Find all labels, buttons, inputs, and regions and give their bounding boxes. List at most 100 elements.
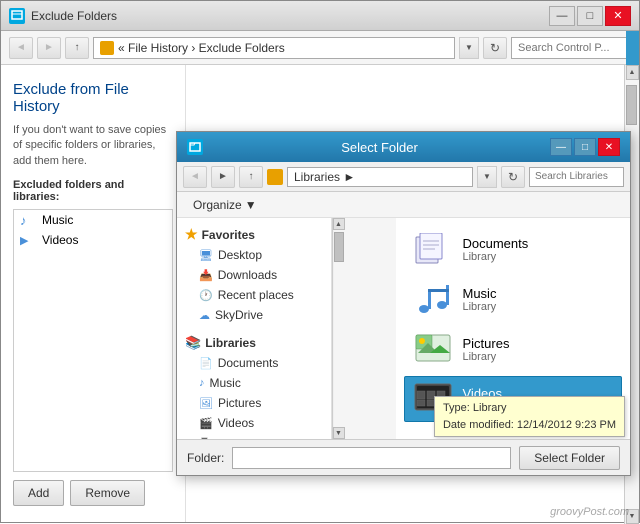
favorites-label: Favorites [202,228,255,242]
nav-item-skydrive[interactable]: ☁ SkyDrive [177,305,331,325]
dialog-breadcrumb-text: Libraries ► [294,170,355,184]
documents-lib-type: Library [463,251,529,263]
nav-downloads-label: Downloads [218,268,277,282]
excluded-item-music-label: Music [42,213,73,227]
address-path[interactable]: « File History › Exclude Folders [93,37,455,59]
nav-scroll-area [334,230,344,427]
scrollbar-thumb[interactable] [626,85,637,125]
watermark: groovyPost.com [550,506,629,518]
pictures-lib-type: Library [463,351,510,363]
main-window: Exclude Folders — □ ✕ ◄ ► ↑ « File Histo… [0,0,640,523]
downloads-icon: 📥 [199,269,213,282]
dialog-search-input[interactable] [535,171,640,182]
libraries-label: Libraries [205,336,256,350]
nav-item-downloads[interactable]: 📥 Downloads [177,265,331,285]
nav-item-pictures[interactable]: 🖼 Pictures [177,393,331,413]
pictures-lib-icon [413,332,453,366]
dialog-back-button[interactable]: ◄ [183,166,207,188]
minimize-button[interactable]: — [549,6,575,26]
dialog-address-bar: ◄ ► ↑ Libraries ► ▼ ↻ [177,162,630,192]
forward-button[interactable]: ► [37,37,61,59]
excluded-item-music[interactable]: Music [14,210,172,230]
dialog-body: ★ Favorites 🖥 Desktop 📥 Downloads 🕐 Rece… [177,218,630,439]
music-icon [20,213,36,227]
library-item-pictures[interactable]: Pictures Library [404,326,623,372]
nav-item-videos-nav[interactable]: 🎬 Videos [177,413,331,433]
organize-label: Organize [193,198,242,212]
pictures-lib-name: Pictures [463,336,510,351]
skydrive-icon: ☁ [199,309,210,322]
organize-dropdown-arrow: ▼ [245,198,257,212]
dialog-toolbar: Organize ▼ [177,192,630,218]
dialog-maximize-button[interactable]: □ [574,138,596,156]
dialog-up-button[interactable]: ↑ [239,166,263,188]
nav-scroll-down[interactable]: ▼ [333,427,345,439]
nav-documents-icon: 📄 [199,357,213,370]
left-panel: Exclude from File History If you don't w… [1,65,186,522]
nav-item-desktop[interactable]: 🖥 Desktop [177,245,331,265]
nav-music-label: Music [210,376,241,390]
nav-videos-icon: 🎬 [199,417,213,430]
desktop-icon: 🖥 [199,249,213,262]
add-button[interactable]: Add [13,480,64,506]
search-input[interactable] [518,42,640,54]
documents-lib-icon [413,232,453,266]
nav-videos-label: Videos [218,416,254,430]
dialog-minimize-button[interactable]: — [550,138,572,156]
recent-icon: 🕐 [199,289,213,302]
documents-lib-name: Documents [463,236,529,251]
dialog-close-button[interactable]: ✕ [598,138,620,156]
nav-scrollbar[interactable]: ▲ ▼ [332,218,344,439]
nav-pictures-label: Pictures [218,396,261,410]
up-button[interactable]: ↑ [65,37,89,59]
pictures-lib-text: Pictures Library [463,336,510,363]
page-description: If you don't want to save copies of spec… [13,123,173,169]
nav-item-recent[interactable]: 🕐 Recent places [177,285,331,305]
library-item-music[interactable]: Music Library [404,276,623,322]
title-bar-controls: — □ ✕ [549,6,631,26]
libraries-header: 📚 Libraries [177,331,331,353]
nav-scroll-thumb[interactable] [334,232,344,262]
back-button[interactable]: ◄ [9,37,33,59]
organize-button[interactable]: Organize ▼ [185,196,265,214]
scrollbar-up-arrow[interactable]: ▲ [626,65,639,80]
dialog-title-bar: Select Folder — □ ✕ [177,132,630,162]
music-lib-type: Library [463,301,497,313]
dialog-nav: ★ Favorites 🖥 Desktop 📥 Downloads 🕐 Rece… [177,218,332,439]
nav-scroll-up[interactable]: ▲ [333,218,345,230]
search-box: 🔍 [511,37,631,59]
dialog-forward-button[interactable]: ► [211,166,235,188]
select-folder-dialog: Select Folder — □ ✕ ◄ ► ↑ Libraries ► ▼ … [176,131,631,476]
excluded-item-videos[interactable]: Videos [14,230,172,250]
address-dropdown[interactable]: ▼ [459,37,479,59]
nav-desktop-label: Desktop [218,248,262,262]
documents-lib-text: Documents Library [463,236,529,263]
tooltip-type: Type: Library [443,400,616,417]
refresh-button[interactable]: ↻ [483,37,507,59]
library-grid: Documents Library [404,226,623,422]
dialog-controls: — □ ✕ [550,138,620,156]
nav-recent-label: Recent places [218,288,294,302]
breadcrumb-icon [100,41,114,55]
close-button[interactable]: ✕ [605,6,631,26]
breadcrumb-text: « File History › Exclude Folders [118,41,285,55]
page-heading: Exclude from File History [13,81,173,115]
dialog-title: Select Folder [209,140,550,155]
nav-item-music[interactable]: ♪ Music [177,373,331,393]
library-item-documents[interactable]: Documents Library [404,226,623,272]
title-bar: Exclude Folders — □ ✕ [1,1,639,31]
star-icon: ★ [185,226,198,243]
dialog-nav-container: ★ Favorites 🖥 Desktop 📥 Downloads 🕐 Rece… [177,218,396,439]
dialog-address-dropdown[interactable]: ▼ [477,166,497,188]
nav-item-documents[interactable]: 📄 Documents [177,353,331,373]
remove-button[interactable]: Remove [70,480,145,506]
maximize-button[interactable]: □ [577,6,603,26]
dialog-refresh-button[interactable]: ↻ [501,166,525,188]
title-bar-left: Exclude Folders [9,8,117,24]
select-folder-button[interactable]: Select Folder [519,446,620,470]
favorites-header: ★ Favorites [177,222,331,245]
dialog-address-path[interactable]: Libraries ► [287,167,473,187]
left-buttons: Add Remove [13,480,173,506]
folder-input[interactable] [232,447,511,469]
dialog-main-content: Documents Library [396,218,631,439]
